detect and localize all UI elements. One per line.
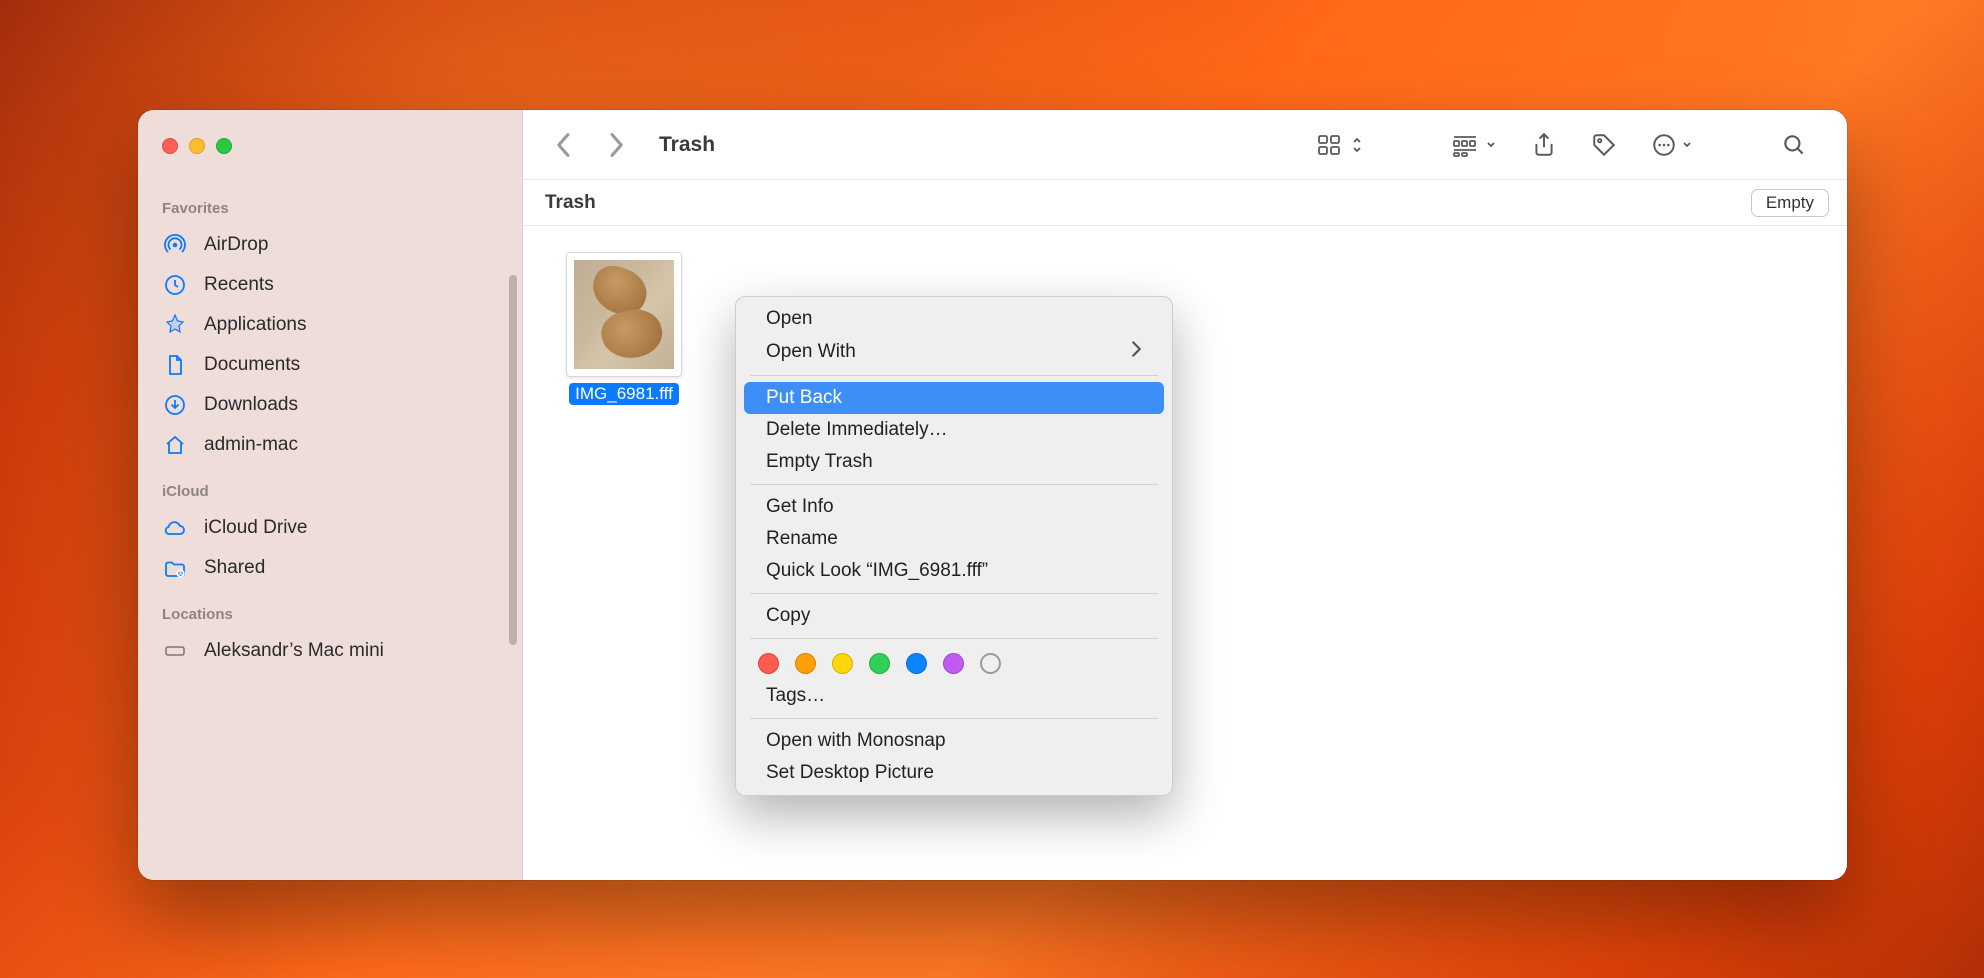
tag-color-dot[interactable] <box>758 653 779 674</box>
menu-separator <box>750 718 1158 719</box>
menu-item-label: Put Back <box>766 387 842 409</box>
sidebar-item-airdrop[interactable]: AirDrop <box>138 225 522 265</box>
finder-toolbar: Trash <box>523 110 1847 180</box>
sidebar-item-label: Aleksandr’s Mac mini <box>204 640 384 662</box>
sidebar-section-icloud: iCloud <box>138 465 522 508</box>
doc-icon <box>162 353 188 377</box>
sidebar-item-home[interactable]: admin-mac <box>138 425 522 465</box>
tag-color-dot[interactable] <box>869 653 890 674</box>
menu-item-label: Set Desktop Picture <box>766 762 934 784</box>
download-icon <box>162 393 188 417</box>
menu-item-label: Open <box>766 308 812 330</box>
sidebar-section-locations: Locations <box>138 588 522 631</box>
menu-item[interactable]: Tags… <box>744 680 1164 712</box>
sidebar-item-mac-mini[interactable]: Aleksandr’s Mac mini <box>138 631 522 671</box>
menu-separator <box>750 638 1158 639</box>
menu-item-label: Tags… <box>766 685 825 707</box>
menu-item-label: Rename <box>766 528 838 550</box>
window-controls <box>138 134 522 182</box>
home-icon <box>162 433 188 457</box>
tag-color-dot[interactable] <box>832 653 853 674</box>
shared-icon <box>162 556 188 580</box>
menu-item[interactable]: Copy <box>744 600 1164 632</box>
nav-back-button[interactable] <box>545 132 583 158</box>
window-title: Trash <box>659 133 715 157</box>
sidebar-section-favorites: Favorites <box>138 182 522 225</box>
menu-separator <box>750 484 1158 485</box>
finder-main: Trash <box>523 110 1847 880</box>
menu-item-label: Empty Trash <box>766 451 873 473</box>
group-by-button[interactable] <box>1441 127 1507 163</box>
nav-forward-button[interactable] <box>597 132 635 158</box>
sidebar-item-icloud-drive[interactable]: iCloud Drive <box>138 508 522 548</box>
tag-color-dot[interactable] <box>906 653 927 674</box>
tag-color-dot[interactable] <box>795 653 816 674</box>
sidebar-item-label: Documents <box>204 354 300 376</box>
sidebar-item-label: AirDrop <box>204 234 268 256</box>
action-menu-button[interactable] <box>1641 128 1703 162</box>
file-thumbnail <box>566 252 682 377</box>
chevron-right-icon <box>1131 340 1142 364</box>
menu-item[interactable]: Put Back <box>744 382 1164 414</box>
apps-icon <box>162 313 188 337</box>
window-close-button[interactable] <box>162 138 178 154</box>
menu-item[interactable]: Open <box>744 303 1164 335</box>
finder-sidebar: Favorites AirDrop Recents <box>138 110 523 880</box>
sidebar-item-label: Applications <box>204 314 306 336</box>
view-switch-button[interactable] <box>1307 127 1373 163</box>
file-grid[interactable]: IMG_6981.fff <box>523 226 1847 880</box>
empty-trash-button[interactable]: Empty <box>1751 189 1829 217</box>
sidebar-item-label: iCloud Drive <box>204 517 307 539</box>
menu-item[interactable]: Rename <box>744 523 1164 555</box>
menu-item-label: Open With <box>766 341 856 363</box>
cloud-icon <box>162 516 188 540</box>
sidebar-item-label: Recents <box>204 274 274 296</box>
sidebar-item-recents[interactable]: Recents <box>138 265 522 305</box>
menu-item[interactable]: Set Desktop Picture <box>744 757 1164 789</box>
menu-item[interactable]: Delete Immediately… <box>744 414 1164 446</box>
sidebar-scrollbar[interactable] <box>509 275 517 645</box>
path-bar: Trash Empty <box>523 180 1847 226</box>
menu-separator <box>750 593 1158 594</box>
sidebar-item-label: Shared <box>204 557 265 579</box>
sidebar-item-downloads[interactable]: Downloads <box>138 385 522 425</box>
sidebar-item-applications[interactable]: Applications <box>138 305 522 345</box>
sidebar-item-shared[interactable]: Shared <box>138 548 522 588</box>
machine-icon <box>162 639 188 663</box>
file-name-label: IMG_6981.fff <box>569 383 679 405</box>
sidebar-item-documents[interactable]: Documents <box>138 345 522 385</box>
menu-separator <box>750 375 1158 376</box>
tags-button[interactable] <box>1581 128 1627 162</box>
window-minimize-button[interactable] <box>189 138 205 154</box>
search-button[interactable] <box>1771 128 1817 162</box>
clock-icon <box>162 273 188 297</box>
menu-item-label: Delete Immediately… <box>766 419 948 441</box>
menu-item-label: Get Info <box>766 496 834 518</box>
menu-item[interactable]: Quick Look “IMG_6981.fff” <box>744 555 1164 587</box>
file-item[interactable]: IMG_6981.fff <box>549 252 699 405</box>
menu-item-label: Quick Look “IMG_6981.fff” <box>766 560 988 582</box>
context-menu: Open Open With Put Back Delete Immediately…… <box>735 296 1173 796</box>
sidebar-item-label: admin-mac <box>204 434 298 456</box>
menu-item[interactable]: Open With <box>744 335 1164 369</box>
menu-item[interactable]: Empty Trash <box>744 446 1164 478</box>
menu-item[interactable]: Open with Monosnap <box>744 725 1164 757</box>
menu-tag-row <box>736 645 1172 680</box>
tag-color-dot[interactable] <box>943 653 964 674</box>
window-zoom-button[interactable] <box>216 138 232 154</box>
menu-item-label: Copy <box>766 605 810 627</box>
share-button[interactable] <box>1521 128 1567 162</box>
menu-item-label: Open with Monosnap <box>766 730 946 752</box>
tag-color-dot[interactable] <box>980 653 1001 674</box>
sidebar-item-label: Downloads <box>204 394 298 416</box>
airdrop-icon <box>162 233 188 257</box>
path-label: Trash <box>545 192 596 214</box>
menu-item[interactable]: Get Info <box>744 491 1164 523</box>
